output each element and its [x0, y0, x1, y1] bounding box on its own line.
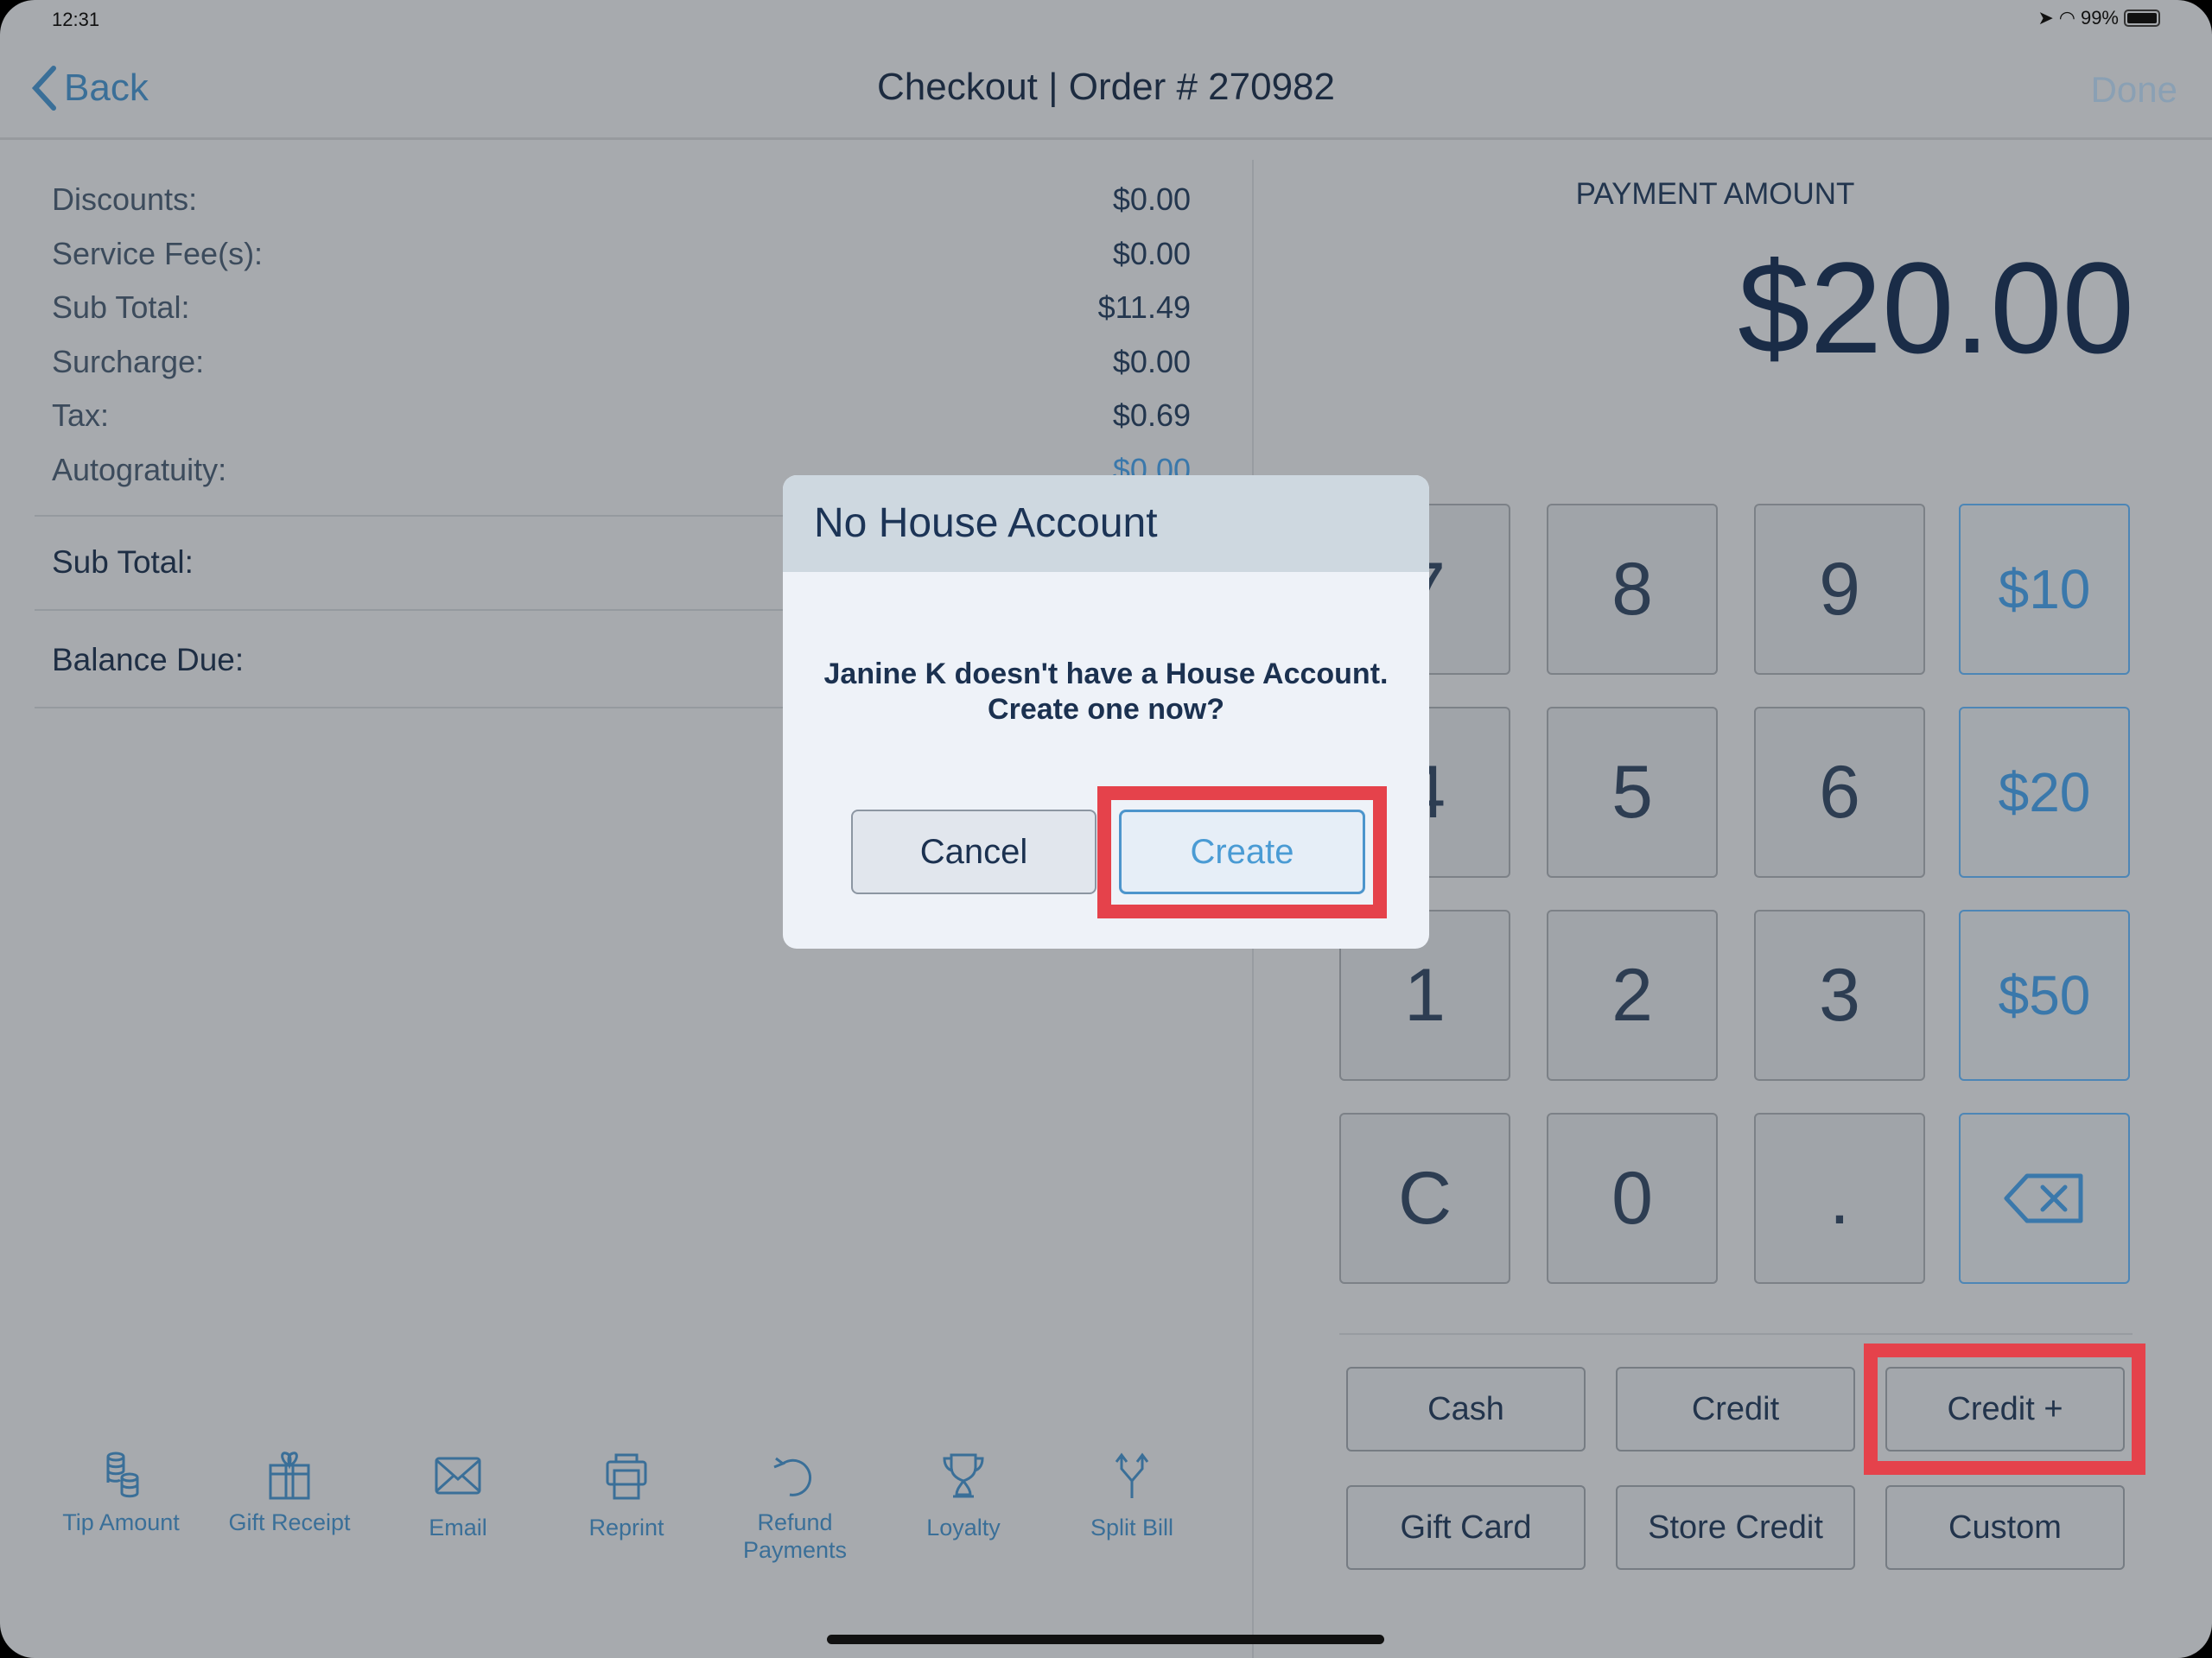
summary-row-discounts: Discounts: $0.00: [52, 181, 1191, 218]
gift-receipt-button[interactable]: Gift Receipt: [212, 1452, 367, 1536]
key-2[interactable]: 2: [1547, 910, 1718, 1081]
payment-amount-label: PAYMENT AMOUNT: [1575, 177, 1855, 211]
envelope-icon: [435, 1457, 481, 1495]
key-5[interactable]: 5: [1547, 707, 1718, 878]
done-button[interactable]: Done: [2091, 69, 2177, 111]
store-credit-button[interactable]: Store Credit: [1616, 1485, 1855, 1570]
divider: [1339, 1333, 2133, 1335]
row-label: Autogratuity:: [52, 452, 227, 487]
row-value: $0.00: [1112, 181, 1191, 217]
payment-amount-value: $20.00: [1738, 235, 2134, 380]
summary-row-surcharge: Surcharge: $0.00: [52, 344, 1191, 380]
summary-row-sub-total: Sub Total: $11.49: [52, 289, 1191, 326]
tool-label: Reprint: [588, 1515, 664, 1540]
row-label: Sub Total:: [52, 289, 190, 325]
page-title: Checkout | Order # 270982: [877, 66, 1335, 108]
dialog-title: No House Account: [783, 475, 1429, 572]
row-label: Surcharge:: [52, 344, 205, 379]
no-house-account-dialog: No House Account Janine K doesn't have a…: [783, 475, 1429, 949]
row-value: $11.49: [1097, 289, 1191, 325]
split-bill-button[interactable]: Split Bill: [1054, 1452, 1210, 1541]
refund-icon: [773, 1457, 812, 1496]
gift-card-button[interactable]: Gift Card: [1346, 1485, 1586, 1570]
split-icon: [1115, 1452, 1149, 1498]
key-clear[interactable]: C: [1339, 1113, 1510, 1284]
key-0[interactable]: 0: [1547, 1113, 1718, 1284]
dialog-message: Janine K doesn't have a House Account. C…: [783, 657, 1429, 727]
dialog-message-line2: Create one now?: [988, 693, 1224, 726]
highlight-box: [1864, 1344, 2145, 1475]
row-value: $0.69: [1112, 397, 1191, 433]
row-value: $0.00: [1112, 344, 1191, 379]
tool-label: Split Bill: [1090, 1515, 1174, 1540]
subtotal-label: Sub Total:: [52, 544, 194, 580]
refund-payments-button[interactable]: Refund Payments: [717, 1452, 873, 1564]
nav-bar: Back Checkout | Order # 270982 Done: [0, 0, 2212, 140]
tool-label: Gift Receipt: [228, 1509, 351, 1535]
quick-20-button[interactable]: $20: [1959, 707, 2130, 878]
tool-label: Email: [429, 1515, 487, 1540]
backspace-button[interactable]: [1959, 1113, 2130, 1284]
printer-icon: [606, 1453, 647, 1500]
cancel-button[interactable]: Cancel: [851, 810, 1096, 894]
create-button[interactable]: Create: [1119, 810, 1365, 894]
quick-10-button[interactable]: $10: [1959, 504, 2130, 675]
custom-button[interactable]: Custom: [1885, 1485, 2125, 1570]
tool-label: Tip Amount: [62, 1509, 180, 1535]
key-8[interactable]: 8: [1547, 504, 1718, 675]
checkout-screen: 12:31 ➤ ◠ 99% Back Checkout | Order # 27…: [0, 0, 2212, 1658]
home-indicator[interactable]: [827, 1635, 1384, 1644]
key-6[interactable]: 6: [1754, 707, 1925, 878]
tool-label: Loyalty: [926, 1515, 1001, 1540]
row-value: $0.00: [1112, 236, 1191, 271]
row-label: Service Fee(s):: [52, 236, 264, 271]
dialog-message-line1: Janine K doesn't have a House Account.: [823, 657, 1389, 690]
backspace-icon: [2004, 1173, 2083, 1223]
quick-50-button[interactable]: $50: [1959, 910, 2130, 1081]
balance-label: Balance Due:: [52, 642, 245, 677]
loyalty-button[interactable]: Loyalty: [886, 1452, 1041, 1541]
summary-row-service-fees: Service Fee(s): $0.00: [52, 236, 1191, 272]
tip-amount-button[interactable]: Tip Amount: [43, 1452, 199, 1536]
email-button[interactable]: Email: [380, 1452, 536, 1541]
cash-button[interactable]: Cash: [1346, 1367, 1586, 1452]
key-decimal[interactable]: .: [1754, 1113, 1925, 1284]
key-3[interactable]: 3: [1754, 910, 1925, 1081]
trophy-icon: [943, 1453, 984, 1498]
credit-button[interactable]: Credit: [1616, 1367, 1855, 1452]
summary-row-tax: Tax: $0.69: [52, 397, 1191, 434]
gift-icon: [269, 1452, 310, 1500]
row-label: Discounts:: [52, 181, 198, 217]
row-label: Tax:: [52, 397, 110, 433]
coins-icon: [106, 1452, 139, 1498]
key-9[interactable]: 9: [1754, 504, 1925, 675]
reprint-button[interactable]: Reprint: [549, 1452, 704, 1541]
tool-label: Refund Payments: [742, 1509, 848, 1563]
